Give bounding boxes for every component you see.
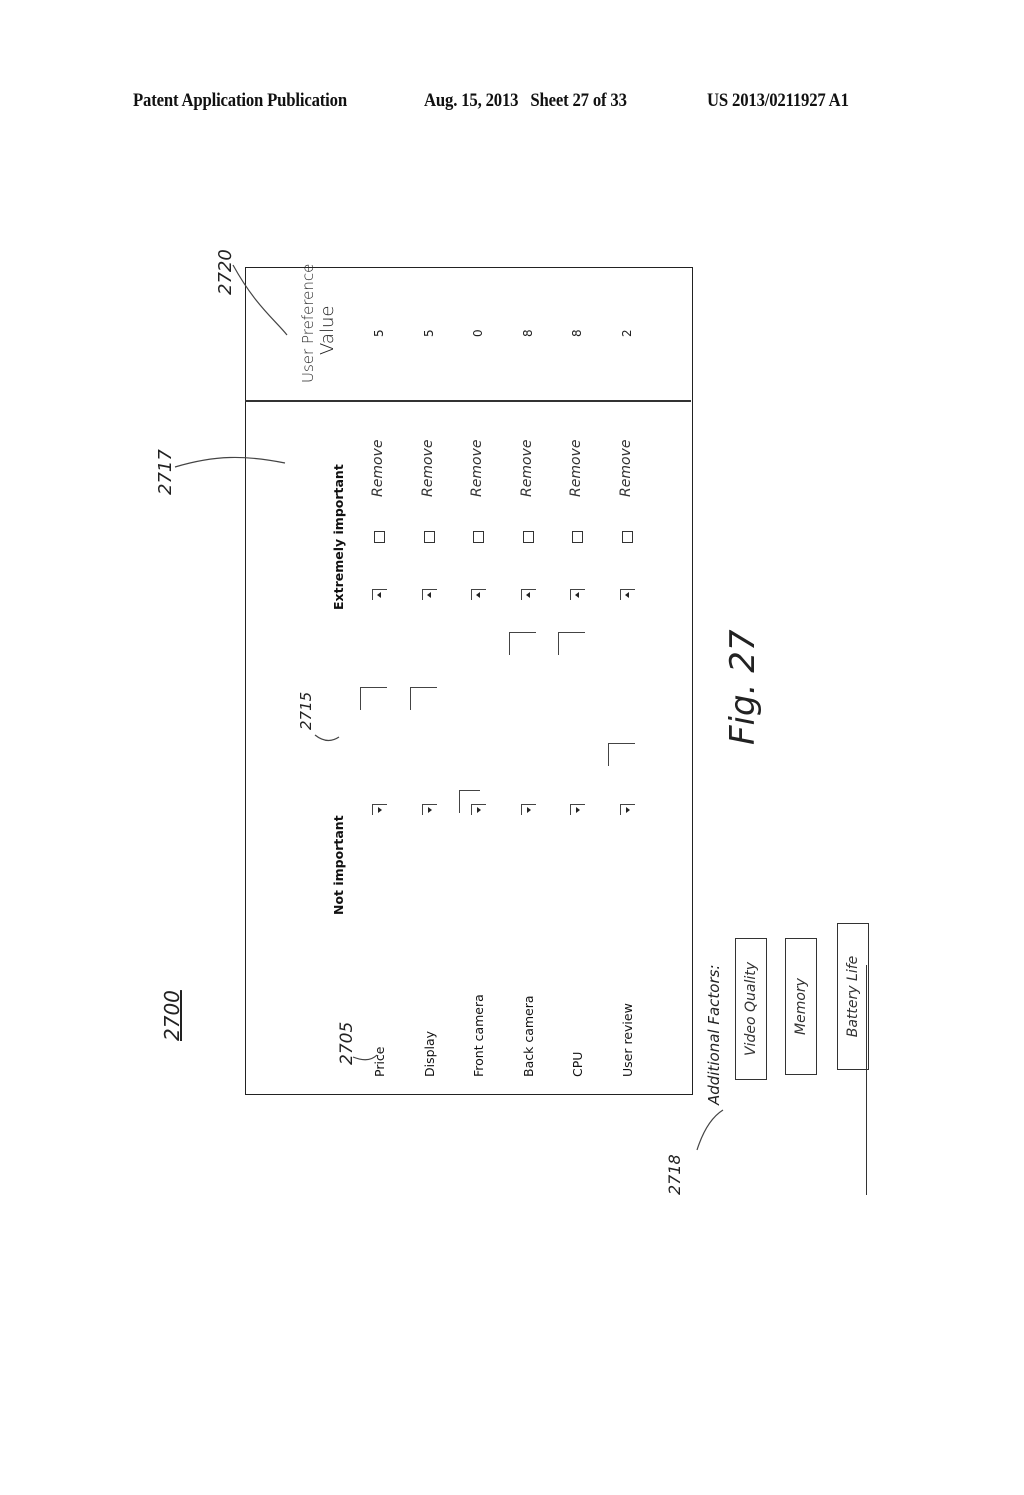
slider-increase-button[interactable] xyxy=(421,589,437,600)
slider-increase-button[interactable] xyxy=(520,589,536,600)
row-label: User review xyxy=(619,1003,635,1077)
ref-2718: 2718 xyxy=(665,1154,684,1195)
slider-thumb[interactable] xyxy=(459,790,480,813)
row-checkbox[interactable] xyxy=(374,531,385,543)
figure-27-drawing: Not important Extremely important User P… xyxy=(155,249,869,1195)
ref-2705: 2705 xyxy=(337,1021,357,1065)
slider-increase-button[interactable] xyxy=(471,589,486,600)
header-extremely-important: Extremely important xyxy=(331,464,346,610)
ref-2700: 2700 xyxy=(160,990,184,1041)
ref-2720: 2720 xyxy=(215,249,236,295)
row-checkbox[interactable] xyxy=(423,531,435,543)
remove-button[interactable]: Remove xyxy=(568,440,584,497)
slider-thumb[interactable] xyxy=(508,632,536,655)
preference-value: 5 xyxy=(372,329,386,337)
slider-thumb[interactable] xyxy=(607,743,635,766)
row-label: Price xyxy=(372,1046,387,1078)
slider-thumb[interactable] xyxy=(360,687,387,711)
preference-value: 8 xyxy=(570,329,584,337)
remove-button[interactable]: Remove xyxy=(420,440,436,497)
value-column-divider xyxy=(245,400,691,402)
header-user-preference: User Preference xyxy=(299,263,317,383)
row-checkbox[interactable] xyxy=(522,531,534,543)
row-label: Back camera xyxy=(520,995,536,1077)
header-not-important: Not important xyxy=(331,815,346,915)
remove-button[interactable]: Remove xyxy=(370,440,386,497)
additional-factors-title: Additional Factors: xyxy=(705,964,723,1106)
preference-value: 5 xyxy=(421,329,436,337)
header-publication: Patent Application Publication xyxy=(133,90,347,111)
slider-thumb[interactable] xyxy=(558,632,585,655)
row-checkbox[interactable] xyxy=(473,531,484,543)
ref-2717: 2717 xyxy=(155,449,176,495)
slider-decrease-button[interactable] xyxy=(619,804,635,815)
header-patent-number: US 2013/0211927 A1 xyxy=(707,90,849,111)
factors-panel-edge xyxy=(866,965,868,1195)
preference-value: 0 xyxy=(471,329,485,337)
row-checkbox[interactable] xyxy=(621,531,633,543)
figure-label: Fig. 27 xyxy=(723,629,763,745)
slider-decrease-button[interactable] xyxy=(421,804,437,815)
arrow-2718 xyxy=(696,1109,724,1151)
row-label: Display xyxy=(421,1030,437,1077)
slider-increase-button[interactable] xyxy=(619,589,635,600)
slider-decrease-button[interactable] xyxy=(372,804,387,815)
header-value: Value xyxy=(317,305,338,355)
slider-thumb[interactable] xyxy=(409,687,437,711)
row-checkbox[interactable] xyxy=(572,531,583,543)
remove-button[interactable]: Remove xyxy=(469,440,485,497)
slider-increase-button[interactable] xyxy=(372,589,387,600)
slider-decrease-button[interactable] xyxy=(570,804,585,815)
preference-value: 8 xyxy=(520,329,535,337)
row-label: Front camera xyxy=(471,994,486,1077)
slider-increase-button[interactable] xyxy=(570,589,585,600)
row-label: CPU xyxy=(570,1051,585,1077)
preference-panel xyxy=(245,267,693,1095)
ref-2715: 2715 xyxy=(297,691,315,730)
header-date-sheet: Aug. 15, 2013 Sheet 27 of 33 xyxy=(424,90,627,111)
slider-decrease-button[interactable] xyxy=(520,804,536,815)
factor-battery-life[interactable]: Battery Life xyxy=(837,923,869,1070)
remove-button[interactable]: Remove xyxy=(519,440,535,497)
remove-button[interactable]: Remove xyxy=(618,440,634,497)
preference-value: 2 xyxy=(619,329,634,337)
factor-memory[interactable]: Memory xyxy=(785,938,817,1075)
factor-video-quality[interactable]: Video Quality xyxy=(735,938,767,1080)
